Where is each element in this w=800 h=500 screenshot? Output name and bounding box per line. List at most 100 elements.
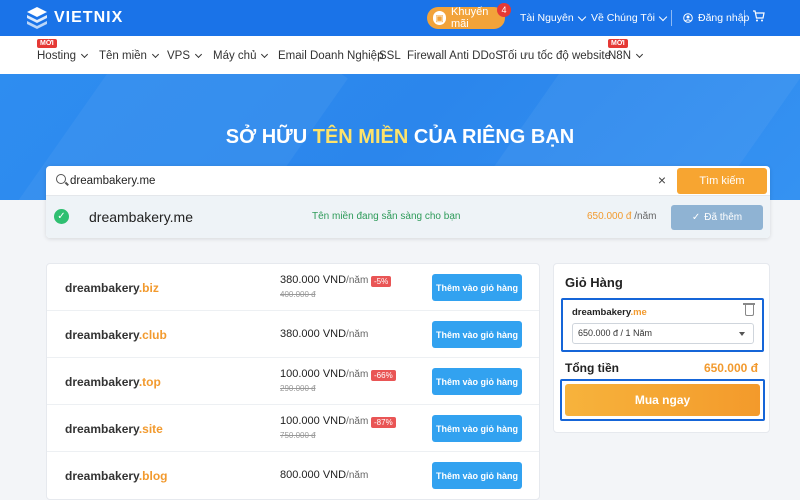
nav-label: Tên miền bbox=[99, 50, 147, 62]
nav-speed[interactable]: Tối ưu tốc độ website bbox=[501, 50, 611, 62]
added-button[interactable]: ✓ Đã thêm bbox=[671, 205, 763, 230]
price-unit: /năm bbox=[346, 416, 369, 427]
domain-price: 100.000 VND/năm bbox=[280, 415, 368, 427]
login-label: Đăng nhập bbox=[698, 12, 750, 24]
list-item: dreambakery.site 100.000 VND/năm 750.000… bbox=[47, 405, 539, 452]
nav-n8n[interactable]: N8N bbox=[608, 50, 644, 62]
result-price-amount: 650.000 đ bbox=[587, 211, 632, 222]
list-item: dreambakery.club 380.000 VND/năm Thêm và… bbox=[47, 311, 539, 358]
search-button[interactable]: Tìm kiếm bbox=[677, 168, 767, 194]
close-icon[interactable]: × bbox=[656, 173, 668, 187]
domain-price: 380.000 VND/năm bbox=[280, 274, 368, 286]
hero-title-part: SỞ HỮU bbox=[225, 126, 313, 148]
result-price: 650.000 đ /năm bbox=[587, 211, 657, 222]
nav-email[interactable]: Email Doanh Nghiệp bbox=[278, 50, 383, 62]
domain-price: 100.000 VND/năm bbox=[280, 368, 368, 380]
nav-domain[interactable]: Tên miền bbox=[99, 50, 159, 62]
nav-ssl[interactable]: SSL bbox=[379, 50, 401, 62]
price-unit: /năm bbox=[346, 275, 369, 286]
price-value: 100.000 VND bbox=[280, 368, 347, 380]
price-unit: /năm bbox=[346, 369, 369, 380]
hero-title: SỞ HỮU TÊN MIỀN CỦA RIÊNG BẠN bbox=[0, 126, 800, 149]
hero-title-part: CỦA RIÊNG BẠN bbox=[408, 126, 575, 148]
add-to-cart-button[interactable]: Thêm vào giỏ hàng bbox=[432, 368, 522, 395]
nav-vps[interactable]: VPS bbox=[167, 50, 203, 62]
nav-firewall[interactable]: Firewall Anti DDoS bbox=[407, 50, 503, 62]
nav-label: Firewall Anti DDoS bbox=[407, 50, 503, 62]
domain-tld: .site bbox=[138, 422, 163, 436]
domain-search-card: × Tìm kiếm ✓ dreambakery.me Tên miền đan… bbox=[46, 166, 770, 238]
cart-item-tld: .me bbox=[630, 307, 647, 318]
domain-base: dreambakery bbox=[65, 469, 139, 483]
logo-text: VIETNIX bbox=[54, 9, 124, 26]
cart-item-name: dreambakery.me bbox=[572, 307, 647, 318]
new-tag: MỚI bbox=[37, 39, 57, 48]
domain-name: dreambakery.top bbox=[65, 375, 161, 389]
trash-icon[interactable] bbox=[743, 303, 755, 316]
period-select-value: 650.000 đ / 1 Năm bbox=[578, 328, 653, 338]
domain-tld: .club bbox=[138, 328, 167, 342]
discount-badge: -5% bbox=[371, 276, 392, 287]
about-label: Về Chúng Tôi bbox=[591, 12, 656, 24]
total-value: 650.000 đ bbox=[703, 361, 758, 375]
cart-item-base: dreambakery bbox=[572, 307, 631, 318]
chevron-down-icon bbox=[151, 50, 159, 59]
add-to-cart-button[interactable]: Thêm vào giỏ hàng bbox=[432, 415, 522, 442]
new-tag: MỚI bbox=[608, 39, 628, 48]
price-value: 100.000 VND bbox=[280, 415, 347, 427]
nav-label: Máy chủ bbox=[213, 50, 257, 62]
promo-button[interactable]: ▣ Khuyến mãi 4 bbox=[427, 3, 511, 30]
domain-base: dreambakery bbox=[65, 281, 139, 295]
total-label: Tổng tiền bbox=[565, 361, 619, 375]
period-select[interactable]: 650.000 đ / 1 Năm bbox=[572, 323, 754, 344]
price-value: 380.000 VND bbox=[280, 328, 347, 340]
domain-name: dreambakery.club bbox=[65, 328, 167, 342]
caret-down-icon bbox=[739, 332, 745, 336]
domain-suggestion-list: dreambakery.biz 380.000 VND/năm 400.000 … bbox=[46, 263, 540, 500]
result-domain: dreambakery.me bbox=[89, 209, 194, 225]
promo-count-badge: 4 bbox=[497, 3, 511, 17]
price-value: 800.000 VND bbox=[280, 469, 347, 481]
price-unit: /năm bbox=[346, 470, 369, 481]
user-icon bbox=[683, 13, 693, 23]
logo[interactable]: VIETNIX bbox=[26, 6, 123, 30]
gift-icon: ▣ bbox=[433, 11, 447, 25]
list-item: dreambakery.biz 380.000 VND/năm 400.000 … bbox=[47, 264, 539, 311]
list-item: dreambakery.blog 800.000 VND/năm Thêm và… bbox=[47, 452, 539, 499]
cart-title: Giỏ Hàng bbox=[565, 275, 623, 290]
search-icon bbox=[56, 174, 66, 184]
nav-label: VPS bbox=[167, 50, 191, 62]
buy-now-highlight: Mua ngay bbox=[560, 379, 765, 421]
old-price: 290.000 đ bbox=[280, 384, 316, 393]
resources-menu[interactable]: Tài Nguyên bbox=[520, 12, 586, 24]
old-price: 400.000 đ bbox=[280, 290, 316, 299]
divider bbox=[744, 10, 745, 26]
add-to-cart-button[interactable]: Thêm vào giỏ hàng bbox=[432, 462, 522, 489]
search-result-row: ✓ dreambakery.me Tên miền đang sẵn sàng … bbox=[46, 196, 770, 238]
login-link[interactable]: Đăng nhập bbox=[683, 12, 749, 24]
about-menu[interactable]: Về Chúng Tôi bbox=[591, 12, 668, 24]
check-icon: ✓ bbox=[691, 212, 701, 223]
cart-item: dreambakery.me 650.000 đ / 1 Năm bbox=[561, 298, 764, 352]
add-to-cart-button[interactable]: Thêm vào giỏ hàng bbox=[432, 274, 522, 301]
main-nav: MỚI Hosting Tên miền VPS Máy chủ Email D… bbox=[0, 36, 800, 74]
check-circle-icon: ✓ bbox=[54, 209, 69, 224]
nav-label: SSL bbox=[379, 50, 401, 62]
cart-icon bbox=[752, 10, 765, 22]
old-price: 750.000 đ bbox=[280, 431, 316, 440]
nav-server[interactable]: Máy chủ bbox=[213, 50, 269, 62]
domain-name: dreambakery.blog bbox=[65, 469, 168, 483]
nav-hosting[interactable]: Hosting bbox=[37, 50, 89, 62]
discount-badge: -66% bbox=[371, 370, 396, 381]
search-input[interactable] bbox=[70, 172, 650, 190]
chevron-down-icon bbox=[658, 12, 668, 21]
nav-label: Hosting bbox=[37, 50, 76, 62]
domain-name: dreambakery.biz bbox=[65, 281, 159, 295]
top-bar: VIETNIX ▣ Khuyến mãi 4 Tài Nguyên Về Chú… bbox=[0, 0, 800, 36]
domain-name: dreambakery.site bbox=[65, 422, 163, 436]
buy-now-button[interactable]: Mua ngay bbox=[565, 384, 760, 416]
cart-button[interactable] bbox=[750, 10, 766, 26]
hero-title-highlight: TÊN MIỀN bbox=[312, 126, 409, 148]
chevron-down-icon bbox=[194, 50, 203, 59]
add-to-cart-button[interactable]: Thêm vào giỏ hàng bbox=[432, 321, 522, 348]
